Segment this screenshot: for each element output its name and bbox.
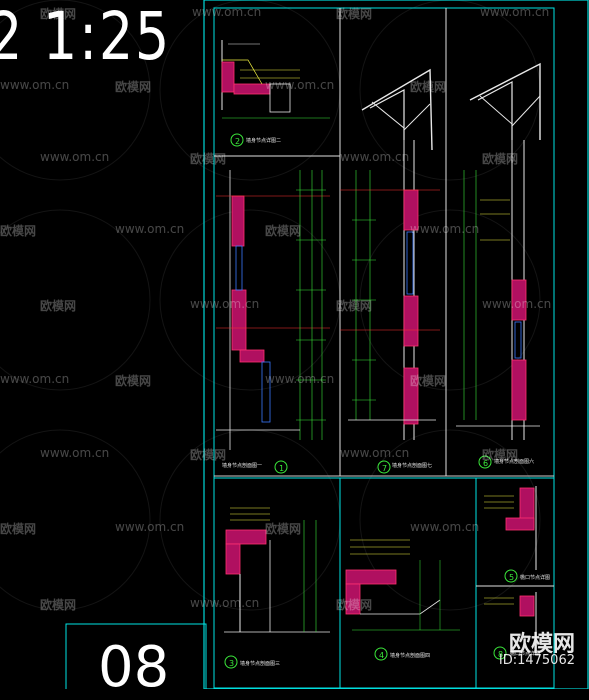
watermark-brand: 欧模网 <box>336 7 373 21</box>
page-number: 08 <box>98 635 170 700</box>
detail-title-4: 墙身节点剖面图四 <box>390 653 431 659</box>
watermark-site: www.om.cn <box>0 78 70 92</box>
watermark-brand: 欧模网 <box>0 522 37 536</box>
detail-number-1: 1 <box>279 464 285 473</box>
detail-title-5: 檐口节点详图 <box>520 575 551 581</box>
watermark-site: www.om.cn <box>115 520 185 534</box>
detail-title-2: 墙身节点详图二 <box>246 138 282 144</box>
detail-number-7: 7 <box>382 464 388 473</box>
watermark-site: www.om.cn <box>410 222 480 236</box>
watermark-brand: 欧模网 <box>336 299 373 313</box>
detail-title-1: 墙身节点剖面图一 <box>222 463 263 469</box>
watermark-brand: 欧模网 <box>410 80 447 94</box>
watermark-site: www.om.cn <box>482 297 552 311</box>
watermark-site: www.om.cn <box>340 446 410 460</box>
detail-1 <box>216 170 330 474</box>
watermark-brand: 欧模网 <box>482 152 519 166</box>
detail-number-2: 2 <box>235 137 241 146</box>
detail-title-7: 墙身节点剖面图七 <box>392 463 433 469</box>
watermark-brand: 欧模网 <box>336 598 373 612</box>
watermark-site: www.om.cn <box>190 596 260 610</box>
brand-id: ID:1475062 <box>498 653 575 668</box>
watermark-brand: 欧模网 <box>265 522 302 536</box>
watermark-brand: 欧模网 <box>410 374 447 388</box>
watermark-brand: 欧模网 <box>40 598 77 612</box>
watermark-brand: 欧模网 <box>115 374 152 388</box>
watermark-site: www.om.cn <box>190 297 260 311</box>
watermark-site: www.om.cn <box>40 150 110 164</box>
detail-6 <box>456 62 541 469</box>
detail-2 <box>221 40 330 147</box>
watermark-site: www.om.cn <box>265 78 335 92</box>
watermark-brand: 欧模网 <box>40 299 77 313</box>
sheet-frame <box>65 0 589 689</box>
detail-5 <box>484 486 537 583</box>
watermark-site: www.om.cn <box>265 372 335 386</box>
detail-7 <box>340 68 440 474</box>
clock-display: 2 1:25 <box>0 0 172 75</box>
watermark-brand: 欧模网 <box>265 224 302 238</box>
watermark-site: www.om.cn <box>40 446 110 460</box>
detail-number-3: 3 <box>229 659 235 668</box>
watermark-brand: 欧模网 <box>115 80 152 94</box>
watermark-brand: 欧模网 <box>40 7 77 21</box>
watermark-brand: 欧模网 <box>190 448 227 462</box>
watermark-site: www.om.cn <box>192 5 262 19</box>
detail-number-5: 5 <box>509 573 515 582</box>
watermark-site: www.om.cn <box>410 520 480 534</box>
watermark-brand: 欧模网 <box>482 448 519 462</box>
detail-title-3: 墙身节点剖面图三 <box>240 661 281 667</box>
watermark-brand: 欧模网 <box>0 224 37 238</box>
watermark-site: www.om.cn <box>115 222 185 236</box>
watermark-brand: 欧模网 <box>190 152 227 166</box>
watermark-site: www.om.cn <box>0 372 70 386</box>
cad-drawing-canvas[interactable] <box>0 0 589 689</box>
watermark-site: www.om.cn <box>480 5 550 19</box>
detail-number-4: 4 <box>379 651 385 660</box>
watermark-site: www.om.cn <box>340 150 410 164</box>
